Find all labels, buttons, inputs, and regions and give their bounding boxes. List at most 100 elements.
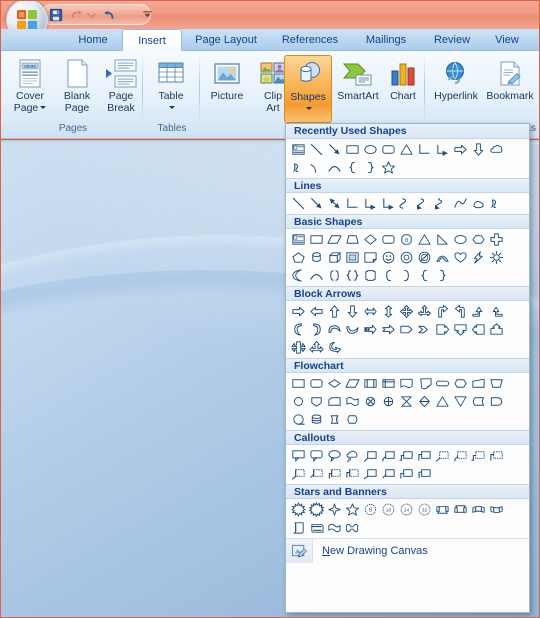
bookmark-button[interactable]: Bookmark	[481, 55, 539, 119]
redo-button[interactable]	[100, 7, 117, 23]
shape-line-callout-2-border[interactable]	[451, 446, 469, 464]
customize-qat-button[interactable]	[141, 8, 153, 20]
shape-quad-arrow-callout[interactable]	[289, 338, 307, 356]
shape-diamond[interactable]	[361, 230, 379, 248]
shape-flowchart-manual-operation[interactable]	[487, 374, 505, 392]
shape-heart[interactable]	[451, 248, 469, 266]
shape-flowchart-decision[interactable]	[325, 374, 343, 392]
cover-page-button[interactable]: MMM Cover Page	[5, 55, 55, 119]
shape-flowchart-direct-access[interactable]	[325, 410, 343, 428]
shape-freeform[interactable]	[469, 194, 487, 212]
shapes-button[interactable]: Shapes	[284, 55, 332, 123]
shape-five-point-star[interactable]	[379, 158, 397, 176]
shape-curved-up-ribbon[interactable]	[469, 500, 487, 518]
shape-curved-down-arrow[interactable]	[343, 320, 361, 338]
tab-insert[interactable]: Insert	[122, 29, 182, 51]
shape-oval-callout[interactable]	[325, 446, 343, 464]
shape-curved-arrow-connector[interactable]	[415, 194, 433, 212]
table-button[interactable]: Table	[146, 55, 196, 119]
shape-no-symbol[interactable]	[415, 248, 433, 266]
shape-block-arc[interactable]	[433, 248, 451, 266]
shape-flowchart-connector[interactable]	[289, 392, 307, 410]
shape-flowchart-display[interactable]	[343, 410, 361, 428]
shape-left-brace[interactable]	[415, 266, 433, 284]
shape-up-ribbon[interactable]	[433, 500, 451, 518]
shape-arc[interactable]	[325, 158, 343, 176]
shape-octagon-number[interactable]: 8	[397, 230, 415, 248]
shape-right-brace[interactable]	[433, 266, 451, 284]
shape-right-arrow-callout[interactable]	[433, 320, 451, 338]
shape-freeform-scribble[interactable]	[289, 158, 307, 176]
shape-isosceles-triangle[interactable]	[397, 140, 415, 158]
shape-flowchart-off-page-connector[interactable]	[307, 392, 325, 410]
shape-arc[interactable]	[307, 266, 325, 284]
shape-cloud-callout[interactable]	[343, 446, 361, 464]
tab-page-layout[interactable]: Page Layout	[182, 29, 270, 51]
shape-wave[interactable]	[325, 518, 343, 536]
shape-line-callout-3-border[interactable]	[469, 446, 487, 464]
shape-vertical-scroll[interactable]	[289, 518, 307, 536]
shape-striped-right-arrow[interactable]	[361, 320, 379, 338]
shape-bevel[interactable]	[343, 248, 361, 266]
shape-flowchart-internal-storage[interactable]	[379, 374, 397, 392]
shape-rectangle[interactable]	[307, 230, 325, 248]
shape-curve-arc[interactable]	[307, 158, 325, 176]
shape-smiley-face[interactable]	[379, 248, 397, 266]
shape-flowchart-extract[interactable]	[433, 392, 451, 410]
shape-left-brace[interactable]	[343, 158, 361, 176]
shape-isosceles-triangle[interactable]	[415, 230, 433, 248]
shape-line-callout-2-noborder[interactable]	[379, 464, 397, 482]
shape-flowchart-stored-data[interactable]	[469, 392, 487, 410]
shape-text-box[interactable]	[289, 230, 307, 248]
shape-oval[interactable]	[451, 230, 469, 248]
shape-curved-double-arrow-connector[interactable]	[433, 194, 451, 212]
shape-down-ribbon[interactable]	[451, 500, 469, 518]
shape-circular-arrow[interactable]	[325, 338, 343, 356]
shape-elbow-arrow-connector[interactable]	[433, 140, 451, 158]
shape-folded-corner[interactable]	[361, 248, 379, 266]
shape-line-callout-4-border[interactable]	[487, 446, 505, 464]
shape-trapezoid[interactable]	[343, 230, 361, 248]
shape-flowchart-data[interactable]	[343, 374, 361, 392]
shape-double-bracket[interactable]	[325, 266, 343, 284]
shape-cube[interactable]	[325, 248, 343, 266]
shape-pentagon-arrow[interactable]	[397, 320, 415, 338]
shape-sun[interactable]	[487, 248, 505, 266]
shape-down-arrow[interactable]	[343, 302, 361, 320]
shape-line-arrow[interactable]	[325, 140, 343, 158]
shape-cloud[interactable]	[487, 140, 505, 158]
shape-rounded-rectangle[interactable]	[379, 230, 397, 248]
shape-curved-down-ribbon[interactable]	[487, 500, 505, 518]
shape-flowchart-multidocument[interactable]	[415, 374, 433, 392]
tab-review[interactable]: Review	[422, 29, 482, 51]
shape-left-arrow[interactable]	[307, 302, 325, 320]
shape-line[interactable]	[307, 140, 325, 158]
shape-double-brace[interactable]	[343, 266, 361, 284]
shape-three-way-arrow[interactable]	[415, 302, 433, 320]
shape-flowchart-sort[interactable]	[415, 392, 433, 410]
shape-twentyfour-point-star[interactable]: 24	[397, 500, 415, 518]
shape-flowchart-magnetic-disk[interactable]	[307, 410, 325, 428]
shape-right-brace[interactable]	[361, 158, 379, 176]
shape-line-callout-4-noborder[interactable]	[415, 464, 433, 482]
shape-line-callout-4[interactable]	[415, 446, 433, 464]
shape-oval[interactable]	[361, 140, 379, 158]
shape-rectangular-callout[interactable]	[289, 446, 307, 464]
shapes-dropdown-gallery[interactable]: Recently Used Shapes Lines Basic Shapes 8 Bl…	[285, 123, 530, 613]
shape-rounded-rectangular-callout[interactable]	[307, 446, 325, 464]
shape-cross[interactable]	[487, 230, 505, 248]
shape-flowchart-sequential-access[interactable]	[289, 410, 307, 428]
shape-flowchart-manual-input[interactable]	[469, 374, 487, 392]
new-drawing-canvas[interactable]: New Drawing Canvas	[286, 538, 529, 563]
shape-parallelogram[interactable]	[325, 230, 343, 248]
shape-hexagon[interactable]	[469, 230, 487, 248]
shape-line-callout-1-noborder[interactable]	[361, 464, 379, 482]
shape-text-box[interactable]	[289, 140, 307, 158]
shape-left-right-up-arrow[interactable]	[307, 338, 325, 356]
shape-curved-left-arrow[interactable]	[307, 320, 325, 338]
tab-view[interactable]: View	[482, 29, 532, 51]
shape-line-double-arrow[interactable]	[325, 194, 343, 212]
shape-bent-up-arrow-2[interactable]	[487, 302, 505, 320]
shape-down-arrow[interactable]	[469, 140, 487, 158]
shape-flowchart-summing-junction[interactable]	[361, 392, 379, 410]
